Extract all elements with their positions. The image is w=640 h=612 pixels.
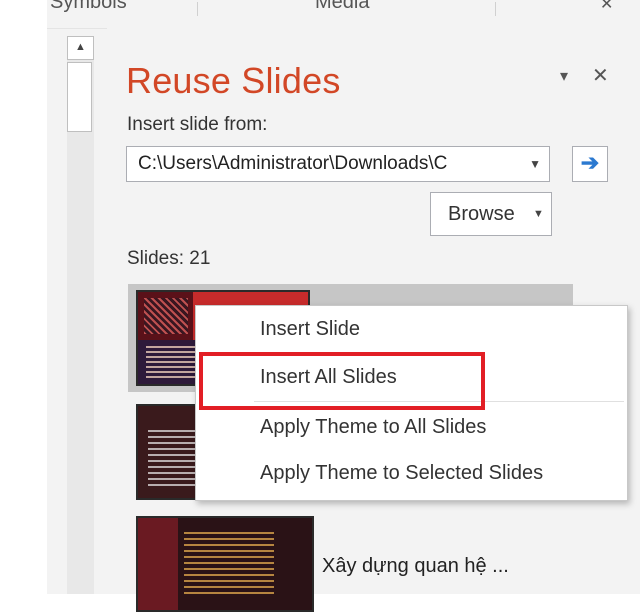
chevron-down-icon[interactable]: ▼ — [529, 157, 541, 171]
vertical-scrollbar[interactable]: ▲ — [67, 36, 94, 594]
tab-collapse-icon[interactable]: ✕ — [600, 0, 613, 14]
insert-from-label: Insert slide from: — [127, 114, 268, 135]
context-menu: Insert Slide Insert All Slides Apply The… — [195, 305, 628, 501]
menu-item-apply-theme-all[interactable]: Apply Theme to All Slides — [260, 416, 486, 439]
path-input[interactable]: C:\Users\Administrator\Downloads\C — [138, 153, 516, 175]
ribbon-tab-strip: Symbols Media ✕ — [47, 0, 640, 29]
slide-title[interactable]: Xây dựng quan hệ ... — [322, 555, 509, 578]
menu-divider — [254, 401, 624, 402]
arrow-right-icon[interactable]: ➔ — [572, 146, 608, 182]
thumbnail-text — [148, 430, 198, 490]
menu-item-apply-theme-selected[interactable]: Apply Theme to Selected Slides — [260, 462, 543, 485]
pane-title: Reuse Slides — [126, 60, 341, 101]
tab-media[interactable]: Media — [315, 0, 369, 14]
chevron-down-icon[interactable]: ▾ — [560, 66, 568, 86]
chevron-down-icon: ▼ — [533, 208, 544, 220]
tab-divider — [197, 2, 198, 16]
tab-divider — [495, 2, 496, 16]
menu-item-insert-all-slides[interactable]: Insert All Slides — [260, 366, 397, 389]
browse-button[interactable]: Browse ▼ — [430, 192, 552, 236]
thumbnail-text — [184, 532, 274, 596]
thumbnail-pattern — [144, 298, 188, 334]
thumbnail-graphic — [138, 518, 178, 610]
scroll-up-icon[interactable]: ▲ — [67, 36, 94, 60]
menu-item-insert-slide[interactable]: Insert Slide — [260, 318, 360, 341]
path-combobox[interactable]: C:\Users\Administrator\Downloads\C ▼ — [126, 146, 550, 182]
scroll-thumb[interactable] — [67, 62, 92, 132]
slides-count: Slides: 21 — [127, 248, 211, 269]
browse-label: Browse — [448, 203, 515, 225]
tab-symbols[interactable]: Symbols — [50, 0, 127, 14]
thumbnail-text — [146, 346, 196, 380]
close-icon[interactable]: ✕ — [592, 63, 609, 88]
slide-thumbnail[interactable] — [136, 516, 314, 612]
